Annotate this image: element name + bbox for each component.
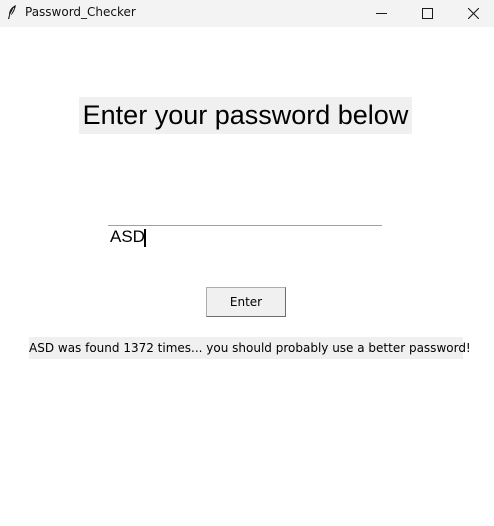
window-content: Enter your password below Enter ASD was … xyxy=(0,27,494,526)
text-cursor xyxy=(144,229,146,247)
feather-icon xyxy=(6,4,18,20)
result-message: ASD was found 1372 times... you should p… xyxy=(29,337,471,359)
close-icon xyxy=(467,8,479,19)
page-title: Enter your password below xyxy=(79,97,412,134)
maximize-icon xyxy=(421,8,433,19)
enter-button[interactable]: Enter xyxy=(206,287,286,317)
minimize-button[interactable] xyxy=(358,0,404,27)
close-button[interactable] xyxy=(450,0,494,27)
minimize-icon xyxy=(375,13,387,14)
title-bar[interactable]: Password_Checker xyxy=(0,0,494,27)
password-input[interactable] xyxy=(108,225,382,247)
window-title: Password_Checker xyxy=(25,5,136,19)
maximize-button[interactable] xyxy=(404,0,450,27)
